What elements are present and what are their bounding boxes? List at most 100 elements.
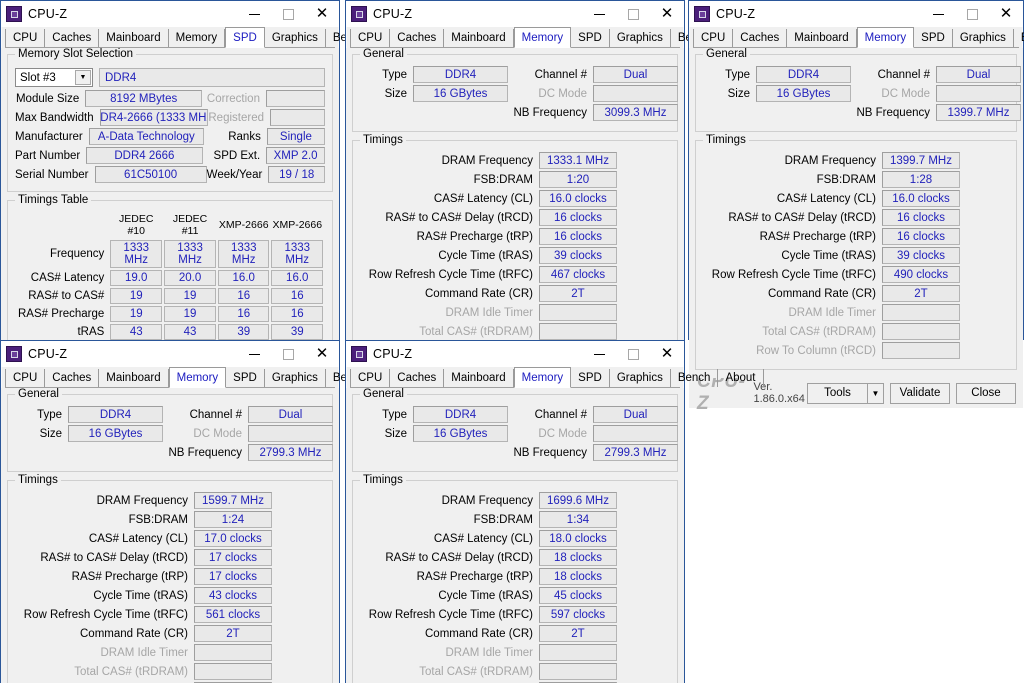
titlebar[interactable]: CPU-Z ✕: [1, 341, 339, 367]
channel-value: Dual: [593, 66, 678, 83]
close-icon[interactable]: ✕: [650, 341, 684, 367]
tab-bench[interactable]: Bench: [671, 369, 719, 387]
window-memory-1599: CPU-Z ✕ CPU Caches Mainboard Memory SPD Graphic…: [0, 340, 419, 683]
timing-row: Cycle Time (tRAS) 39 clocks: [361, 247, 669, 264]
timing-row: DRAM Frequency 1333.1 MHz: [361, 152, 669, 169]
chevron-down-icon[interactable]: ▼: [75, 70, 91, 85]
tab-spd[interactable]: SPD: [226, 369, 265, 387]
timing-label: RAS# to CAS# Delay (tRCD): [40, 551, 188, 564]
tab-graphics[interactable]: Graphics: [953, 29, 1014, 47]
tab-graphics[interactable]: Graphics: [265, 29, 326, 47]
tab-about[interactable]: About: [718, 369, 764, 387]
timing-label: CAS# Latency (CL): [776, 192, 876, 205]
tab-cpu[interactable]: CPU: [693, 29, 734, 47]
window-memory-1399: CPU-Z ✕ CPU Caches Mainboard Memory SPD Graphic…: [688, 0, 1024, 414]
tab-cpu[interactable]: CPU: [5, 369, 46, 387]
cpuz-app-icon: [351, 6, 367, 22]
tab-graphics[interactable]: Graphics: [610, 29, 671, 47]
tab-mainboard[interactable]: Mainboard: [444, 29, 514, 47]
timing-row: CAS# Latency (CL) 16.0 clocks: [704, 190, 1008, 207]
timings-group: Timings DRAM Frequency 1599.7 MHz FSB:DRAM 1…: [7, 474, 333, 683]
maximize-icon[interactable]: [616, 341, 650, 367]
tabstrip: CPUCachesMainboardMemorySPDGraphicsBench…: [5, 27, 419, 48]
group-legend: General: [15, 388, 62, 400]
timing-label: Row Refresh Cycle Time (tRFC): [368, 268, 533, 281]
tab-mainboard[interactable]: Mainboard: [99, 369, 169, 387]
close-icon[interactable]: ✕: [989, 1, 1023, 27]
channel-label: Channel #: [534, 408, 587, 421]
titlebar[interactable]: CPU-Z ✕: [689, 1, 1023, 27]
tab-memory[interactable]: Memory: [513, 27, 572, 48]
minimize-icon[interactable]: [237, 1, 271, 27]
tab-caches[interactable]: Caches: [390, 29, 445, 47]
timing-value: 39 clocks: [882, 247, 960, 264]
tab-cpu[interactable]: CPU: [5, 29, 46, 47]
tab-cpu[interactable]: CPU: [350, 369, 391, 387]
tab-spd[interactable]: SPD: [571, 29, 610, 47]
close-icon[interactable]: ✕: [650, 1, 684, 27]
timing-label: RAS# to CAS# Delay (tRCD): [728, 211, 876, 224]
tab-mainboard[interactable]: Mainboard: [444, 369, 514, 387]
minimize-icon[interactable]: [582, 1, 616, 27]
general-row: DC Mode: [163, 425, 333, 442]
close-icon[interactable]: ✕: [305, 1, 339, 27]
validate-button[interactable]: Validate: [890, 382, 950, 404]
timing-value: 1:28: [882, 171, 960, 188]
general-row: Type DDR4: [361, 406, 508, 423]
timings-header-row: JEDEC #10 JEDEC #11 XMP-2666 XMP-2666: [17, 213, 323, 238]
timing-value: 1399.7 MHz: [882, 152, 960, 169]
spd-info-row: Serial Number 61C50100 Week/Year 19 / 18: [15, 166, 325, 183]
timings-cell: 19: [110, 288, 163, 304]
tab-caches[interactable]: Caches: [45, 29, 100, 47]
general-group: General Type DDR4 Size 16 GBytes Channel # Dua…: [352, 388, 678, 472]
tab-caches[interactable]: Caches: [733, 29, 788, 47]
tab-caches[interactable]: Caches: [45, 369, 100, 387]
tab-graphics[interactable]: Graphics: [610, 369, 671, 387]
slot-select[interactable]: Slot #3 ▼: [15, 68, 93, 87]
type-label: Type: [725, 68, 750, 81]
close-icon[interactable]: ✕: [305, 341, 339, 367]
timing-value: 1:20: [539, 171, 617, 188]
tools-dropdown-arrow-icon[interactable]: ▼: [867, 382, 884, 404]
tab-memory[interactable]: Memory: [513, 367, 572, 388]
maximize-icon[interactable]: [955, 1, 989, 27]
maximize-icon[interactable]: [271, 341, 305, 367]
nb-frequency-label: NB Frequency: [513, 106, 587, 119]
timing-label: RAS# Precharge (tRP): [416, 230, 533, 243]
tab-memory[interactable]: Memory: [168, 367, 227, 388]
tab-bench[interactable]: Bench: [1014, 29, 1024, 47]
dcmode-label: DC Mode: [538, 87, 587, 100]
dcmode-value: [248, 425, 333, 442]
tab-caches[interactable]: Caches: [390, 369, 445, 387]
timing-label: RAS# Precharge (tRP): [759, 230, 876, 243]
tools-button[interactable]: Tools: [807, 382, 867, 404]
tab-spd[interactable]: SPD: [225, 27, 265, 48]
minimize-icon[interactable]: [237, 341, 271, 367]
tab-graphics[interactable]: Graphics: [265, 369, 326, 387]
minimize-icon[interactable]: [582, 341, 616, 367]
maximize-icon[interactable]: [271, 1, 305, 27]
general-row: NB Frequency 2799.3 MHz: [163, 444, 333, 461]
tabstrip: CPUCachesMainboardMemorySPDGraphicsBench…: [350, 27, 764, 48]
tab-spd[interactable]: SPD: [914, 29, 953, 47]
titlebar[interactable]: CPU-Z ✕: [1, 1, 339, 27]
tab-memory[interactable]: Memory: [169, 29, 226, 47]
general-left-column: Type DDR4 Size 16 GBytes: [361, 66, 508, 123]
timing-value: [539, 304, 617, 321]
type-value: DDR4: [413, 406, 508, 423]
titlebar[interactable]: CPU-Z ✕: [346, 341, 684, 367]
timings-row-label: CAS# Latency: [30, 272, 105, 284]
tab-mainboard[interactable]: Mainboard: [787, 29, 857, 47]
tab-spd[interactable]: SPD: [571, 369, 610, 387]
size-label: Size: [39, 427, 62, 440]
minimize-icon[interactable]: [921, 1, 955, 27]
maximize-icon[interactable]: [616, 1, 650, 27]
close-button[interactable]: Close: [956, 382, 1016, 404]
tab-cpu[interactable]: CPU: [350, 29, 391, 47]
tab-memory[interactable]: Memory: [856, 27, 915, 48]
spd-right-label: Ranks: [228, 130, 261, 143]
tab-mainboard[interactable]: Mainboard: [99, 29, 169, 47]
dcmode-value: [593, 85, 678, 102]
timing-value: 18 clocks: [539, 568, 617, 585]
titlebar[interactable]: CPU-Z ✕: [346, 1, 684, 27]
